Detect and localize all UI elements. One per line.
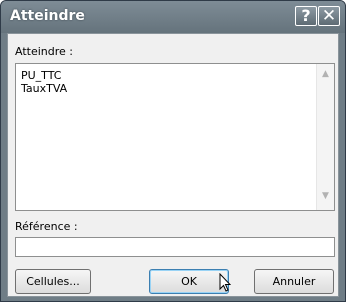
annuler-button[interactable]: Annuler	[254, 269, 334, 294]
list-item-tauxtva[interactable]: TauxTVA	[21, 82, 67, 95]
goto-label: Atteindre :	[15, 45, 73, 58]
goto-dialog: Atteindre ? ✕ Atteindre : PU_TTC TauxTVA…	[0, 0, 346, 302]
cellules-button[interactable]: Cellules...	[15, 269, 91, 294]
mouse-pointer-icon	[219, 273, 231, 292]
list-scrollbar[interactable]: ▲ ▼	[316, 64, 334, 210]
ok-button[interactable]: OK	[149, 269, 229, 294]
dialog-client-area: Atteindre : PU_TTC TauxTVA ▲ ▼ Référence…	[7, 33, 339, 297]
close-button[interactable]: ✕	[318, 6, 340, 26]
reference-input[interactable]	[15, 237, 335, 257]
title-bar[interactable]: Atteindre ? ✕	[1, 1, 345, 33]
dialog-title: Atteindre	[10, 8, 85, 24]
reference-label: Référence :	[15, 220, 78, 233]
list-item-pu-ttc[interactable]: PU_TTC	[21, 69, 61, 82]
goto-list[interactable]: PU_TTC TauxTVA ▲ ▼	[15, 63, 335, 211]
scroll-up-icon[interactable]: ▲	[320, 69, 331, 83]
help-button[interactable]: ?	[295, 6, 317, 26]
scroll-down-icon[interactable]: ▼	[320, 191, 331, 205]
